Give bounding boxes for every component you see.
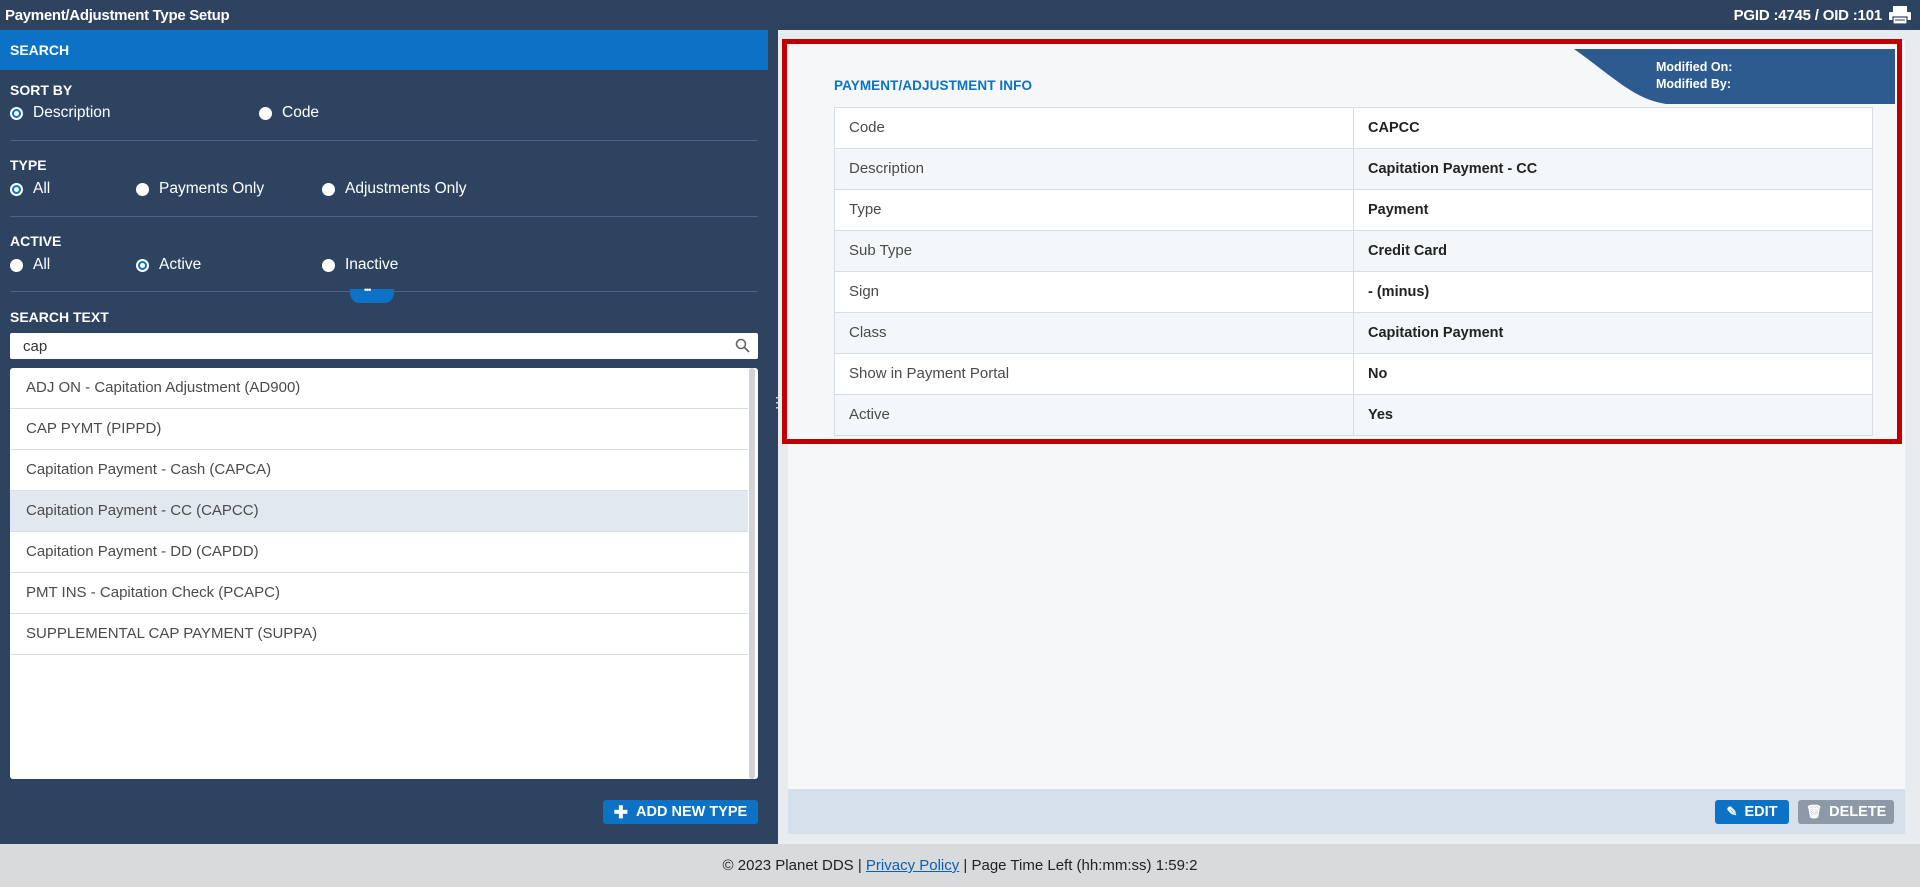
radio-unchecked-icon [322, 258, 335, 272]
row-label: Sign [835, 272, 1354, 312]
search-header: SEARCH [0, 30, 768, 70]
add-new-type-button[interactable]: ✚ ADD NEW TYPE [603, 800, 758, 824]
radio-label: All [33, 180, 51, 197]
active-active-radio[interactable]: Active [136, 256, 201, 274]
list-item[interactable]: Capitation Payment - DD (CAPDD) [10, 532, 748, 573]
page-footer: © 2023 Planet DDS | Privacy Policy | Pag… [0, 844, 1920, 887]
list-item[interactable]: SUPPLEMENTAL CAP PAYMENT (SUPPA) [10, 614, 748, 655]
row-label: Active [835, 395, 1354, 435]
row-label: Class [835, 313, 1354, 353]
row-value: Credit Card [1368, 243, 1447, 259]
row-label: Code [835, 108, 1354, 148]
row-value: Yes [1368, 407, 1393, 423]
list-item[interactable]: ADJ ON - Capitation Adjustment (AD900) [10, 368, 748, 409]
type-all-radio[interactable]: All [10, 180, 50, 198]
list-scrollbar[interactable] [749, 368, 755, 779]
radio-unchecked-icon [136, 182, 149, 196]
modified-banner [1574, 49, 1895, 104]
collapse-filters-button[interactable] [350, 285, 394, 303]
sort-by-label: SORT BY [10, 82, 73, 98]
active-label: ACTIVE [10, 233, 62, 249]
modified-info: Modified On: Modified By: [1656, 59, 1732, 93]
page-title: Payment/Adjustment Type Setup [5, 7, 230, 24]
type-label: TYPE [10, 157, 47, 173]
row-value: CAPCC [1368, 120, 1420, 136]
active-all-radio[interactable]: All [10, 256, 50, 274]
radio-unchecked-icon [322, 182, 335, 196]
search-box [10, 333, 758, 359]
info-table: Code CAPCC Description Capitation Payment … [834, 107, 1873, 436]
active-inactive-radio[interactable]: Inactive [322, 256, 398, 274]
detail-card: Modified On: Modified By: PAYMENT/ADJUST… [788, 41, 1905, 834]
list-item-selected[interactable]: Capitation Payment - CC (CAPCC) [10, 491, 748, 532]
radio-label: Adjustments Only [345, 180, 467, 197]
search-text-label: SEARCH TEXT [10, 309, 109, 325]
edit-button-label: EDIT [1744, 804, 1778, 820]
printer-icon[interactable] [1888, 5, 1912, 25]
delete-button[interactable]: 🗑 DELETE [1798, 800, 1894, 824]
panel-splitter-handle[interactable] [768, 378, 784, 434]
table-row: Show in Payment Portal No [835, 354, 1872, 395]
row-value: - (minus) [1368, 284, 1430, 300]
radio-checked-icon [10, 182, 23, 196]
list-item[interactable]: CAP PYMT (PIPPD) [10, 409, 748, 450]
copyright-text: © 2023 Planet DDS | [722, 857, 866, 874]
list-item[interactable]: Capitation Payment - Cash (CAPCA) [10, 450, 748, 491]
row-value: Payment [1368, 202, 1429, 218]
table-row: Class Capitation Payment [835, 313, 1872, 354]
type-payments-radio[interactable]: Payments Only [136, 180, 264, 198]
row-value: No [1368, 366, 1388, 382]
divider [10, 216, 758, 217]
sort-description-radio[interactable]: Description [10, 104, 111, 122]
radio-label: All [33, 256, 51, 273]
plus-icon: ✚ [613, 802, 629, 822]
radio-label: Code [282, 104, 320, 121]
info-title: PAYMENT/ADJUSTMENT INFO [834, 78, 1033, 93]
radio-label: Inactive [345, 256, 399, 273]
table-row: Type Payment [835, 190, 1872, 231]
search-panel: SEARCH SORT BY Description Code TYPE All… [0, 30, 768, 844]
top-bar: Payment/Adjustment Type Setup PGID :4745… [0, 0, 1920, 30]
search-input[interactable] [10, 333, 730, 359]
trash-icon: 🗑 [1805, 804, 1823, 819]
row-label: Type [835, 190, 1354, 230]
radio-label: Payments Only [159, 180, 265, 197]
type-adjustments-radio[interactable]: Adjustments Only [322, 180, 466, 198]
page-ids: PGID :4745 / OID :101 [1733, 7, 1883, 24]
sort-code-radio[interactable]: Code [259, 104, 319, 122]
row-label: Sub Type [835, 231, 1354, 271]
payment-adjustment-info: Modified On: Modified By: PAYMENT/ADJUST… [788, 41, 1905, 441]
table-row: Sub Type Credit Card [835, 231, 1872, 272]
modified-on: Modified On: [1656, 60, 1733, 74]
row-label: Show in Payment Portal [835, 354, 1354, 394]
row-value: Capitation Payment [1368, 325, 1504, 341]
detail-actions: ✎ EDIT 🗑 DELETE [788, 789, 1905, 834]
radio-unchecked-icon [10, 258, 23, 272]
add-new-type-label: ADD NEW TYPE [636, 804, 748, 820]
table-row: Sign - (minus) [835, 272, 1872, 313]
modified-by: Modified By: [1656, 77, 1731, 91]
radio-label: Active [159, 256, 202, 273]
pencil-icon: ✎ [1726, 804, 1738, 819]
page-time-left: | Page Time Left (hh:mm:ss) 1:59:2 [959, 857, 1198, 874]
radio-checked-icon [136, 258, 149, 272]
delete-button-label: DELETE [1829, 804, 1887, 820]
edit-button[interactable]: ✎ EDIT [1715, 800, 1789, 824]
row-value: Capitation Payment - CC [1368, 161, 1538, 177]
list-item[interactable]: PMT INS - Capitation Check (PCAPC) [10, 573, 748, 614]
row-label: Description [835, 149, 1354, 189]
table-row: Code CAPCC [835, 108, 1872, 149]
search-header-label: SEARCH [10, 42, 70, 58]
privacy-policy-link[interactable]: Privacy Policy [866, 857, 959, 874]
table-row: Active Yes [835, 395, 1872, 435]
radio-checked-icon [10, 106, 23, 120]
search-icon[interactable] [735, 338, 750, 353]
radio-unchecked-icon [259, 106, 272, 120]
divider [10, 140, 758, 141]
results-list: ADJ ON - Capitation Adjustment (AD900) C… [10, 368, 758, 779]
radio-label: Description [33, 104, 111, 121]
detail-panel: Modified On: Modified By: PAYMENT/ADJUST… [778, 30, 1920, 844]
table-row: Description Capitation Payment - CC [835, 149, 1872, 190]
